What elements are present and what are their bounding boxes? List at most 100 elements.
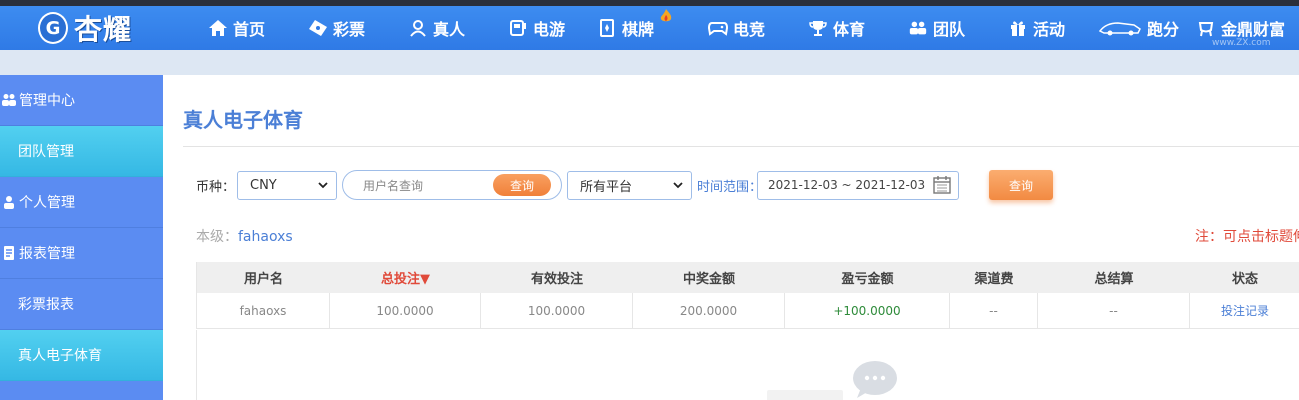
table-row: fahaoxs 100.0000 100.0000 200.0000 +100.…: [197, 293, 1299, 329]
sidebar: 管理中心 团队管理 个人管理 报表管理 彩票报表 真人电子体育: [0, 75, 163, 400]
time-range-filter: 时间范围：: [697, 170, 762, 200]
platform-select[interactable]: 所有平台: [567, 170, 692, 200]
header-total-bet[interactable]: 总投注▼: [330, 262, 481, 293]
sidebar-group-report-management[interactable]: 报表管理: [0, 228, 163, 279]
currency-filter: 币种：: [196, 170, 235, 200]
watermark-text: www.ZX.com: [1212, 38, 1271, 48]
table-empty-area: [196, 330, 1299, 400]
team-icon: [908, 18, 928, 38]
chat-bubble-icon: [767, 361, 897, 400]
running-car-icon: [1098, 18, 1142, 38]
currency-value: CNY: [250, 177, 277, 193]
username-search-input[interactable]: 用户名查询 查询: [342, 170, 562, 200]
calendar-icon: [933, 176, 951, 194]
header-channel-fee[interactable]: 渠道费: [950, 262, 1038, 293]
cell-profit-loss: +100.0000: [785, 293, 950, 328]
nav-item-label: 团队: [933, 20, 966, 39]
date-range-value: 2021-12-03 ~ 2021-12-03: [768, 178, 926, 192]
nav-item-esports[interactable]: 电竞: [708, 6, 765, 50]
nav-item-label: 棋牌: [622, 20, 655, 39]
site-logo[interactable]: G 杏耀: [38, 8, 132, 48]
username-search-button[interactable]: 查询: [493, 174, 551, 196]
username-search-wrap: 用户名查询 查询: [342, 170, 562, 200]
ticket-icon: [308, 18, 328, 38]
top-navbar: G 杏耀 首页 彩票 真人 电游 棋牌 电竞 体育 团队 活动 跑分 金鼎财富 …: [0, 6, 1299, 50]
nav-item-sports[interactable]: 体育: [808, 6, 865, 50]
main-content: 真人电子体育 币种： CNY 用户名查询 查询 所有平台 时间范围： 2021-…: [163, 75, 1299, 400]
trophy-icon: [808, 18, 828, 38]
nav-item-label: 跑分: [1147, 20, 1180, 39]
nav-item-label: 首页: [233, 20, 266, 39]
user-icon: [408, 18, 428, 38]
cell-win-amount: 200.0000: [633, 293, 785, 328]
chevron-down-icon: [318, 182, 328, 189]
person-icon: [0, 194, 18, 210]
query-button[interactable]: 查询: [989, 170, 1053, 200]
logo-badge: G: [38, 12, 68, 44]
nav-item-team[interactable]: 团队: [908, 6, 965, 50]
platform-value: 所有平台: [580, 179, 633, 195]
level-label: 本级：: [196, 229, 238, 245]
hot-flame-icon: [660, 9, 672, 22]
tripod-icon: [1196, 18, 1216, 38]
nav-item-label: 金鼎财富: [1221, 20, 1286, 39]
sidebar-item-label: 彩票报表: [18, 297, 74, 313]
sidebar-item-label: 团队管理: [18, 144, 74, 160]
current-level: 本级：fahaoxs: [196, 226, 293, 246]
hint-note: 注：可点击标题伸缩: [1195, 229, 1299, 245]
nav-item-label: 电游: [533, 20, 566, 39]
report-table: 用户名 总投注▼ 有效投注 中奖金额 盈亏金额 渠道费 总结算 状态 fahao…: [196, 262, 1299, 329]
bet-record-link[interactable]: 投注记录: [1190, 293, 1299, 328]
time-range-label: 时间范围：: [697, 179, 763, 195]
nav-item-lottery[interactable]: 彩票: [308, 6, 365, 50]
nav-item-live[interactable]: 真人: [408, 6, 465, 50]
query-button-wrap: 查询: [989, 170, 1053, 200]
header-total-settlement[interactable]: 总结算: [1038, 262, 1190, 293]
sidebar-item-label: 管理中心: [19, 93, 75, 109]
search-placeholder: 用户名查询: [363, 178, 424, 193]
nav-item-chess[interactable]: 棋牌: [597, 6, 672, 50]
nav-item-running[interactable]: 跑分: [1098, 6, 1179, 50]
date-range-picker[interactable]: 2021-12-03 ~ 2021-12-03: [757, 170, 959, 200]
cell-total-settlement: --: [1038, 293, 1190, 328]
sub-header-bar: [0, 50, 1299, 75]
sidebar-item-team-management[interactable]: 团队管理: [0, 126, 163, 177]
currency-label: 币种：: [196, 179, 236, 195]
cell-valid-bet: 100.0000: [481, 293, 633, 328]
page-title: 真人电子体育: [183, 108, 303, 132]
cell-channel-fee: --: [950, 293, 1038, 328]
arcade-icon: [508, 18, 528, 38]
cell-total-bet: 100.0000: [330, 293, 481, 328]
header-status[interactable]: 状态: [1190, 262, 1299, 293]
currency-select[interactable]: CNY: [237, 170, 337, 200]
sidebar-item-live-electronic-sports[interactable]: 真人电子体育: [0, 330, 163, 381]
chevron-down-icon: [673, 182, 683, 189]
header-profit-loss[interactable]: 盈亏金额: [785, 262, 950, 293]
sidebar-item-label: 个人管理: [19, 195, 75, 211]
nav-item-activity[interactable]: 活动: [1008, 6, 1065, 50]
table-header-row: 用户名 总投注▼ 有效投注 中奖金额 盈亏金额 渠道费 总结算 状态: [197, 262, 1299, 293]
title-divider: [183, 146, 1299, 147]
currency-select-wrap: CNY: [237, 170, 337, 200]
header-username[interactable]: 用户名: [197, 262, 330, 293]
sidebar-item-label: 报表管理: [19, 246, 75, 262]
header-win-amount[interactable]: 中奖金额: [633, 262, 785, 293]
nav-item-slots[interactable]: 电游: [508, 6, 565, 50]
sidebar-item-lottery-report[interactable]: 彩票报表: [0, 279, 163, 330]
sidebar-group-management-center[interactable]: 管理中心: [0, 75, 163, 126]
nav-item-home[interactable]: 首页: [208, 6, 265, 50]
nav-item-label: 彩票: [333, 20, 366, 39]
home-icon: [208, 18, 228, 38]
header-valid-bet[interactable]: 有效投注: [481, 262, 633, 293]
logo-text: 杏耀: [74, 13, 133, 46]
nav-item-label: 活动: [1033, 20, 1066, 39]
level-value[interactable]: fahaoxs: [238, 229, 293, 245]
report-icon: [0, 245, 18, 261]
sidebar-group-personal-management[interactable]: 个人管理: [0, 177, 163, 228]
nav-item-label: 真人: [433, 20, 466, 39]
gamepad-icon: [708, 18, 728, 38]
users-icon: [0, 92, 18, 108]
cell-username: fahaoxs: [197, 293, 330, 328]
sidebar-item-label: 真人电子体育: [18, 348, 102, 364]
nav-item-label: 体育: [833, 20, 866, 39]
